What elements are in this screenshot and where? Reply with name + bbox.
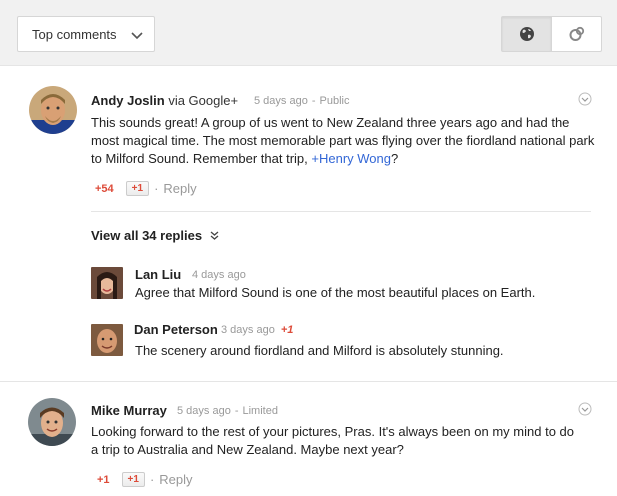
plus-one-button[interactable]: +1 <box>125 181 150 196</box>
comment-divider <box>0 381 617 382</box>
public-filter-button[interactable] <box>501 16 552 52</box>
avatar[interactable] <box>29 86 77 134</box>
comment-menu-icon[interactable] <box>578 92 592 106</box>
view-all-label: View all 34 replies <box>91 228 203 243</box>
plus-count: +1 <box>97 473 110 486</box>
timestamp[interactable]: 5 days ago <box>177 405 231 417</box>
globe-icon <box>519 27 534 41</box>
divider <box>91 211 591 212</box>
sort-dropdown[interactable]: Top comments <box>17 16 155 52</box>
avatar[interactable] <box>91 267 123 299</box>
reply-plus-count: +1 <box>280 324 294 336</box>
reply-author[interactable]: Lan Liu <box>135 267 181 282</box>
reply-body: Agree that Milford Sound is one of the m… <box>135 285 536 300</box>
view-all-replies-link[interactable]: View all 34 replies <box>91 228 219 243</box>
comments-toolbar: Top comments <box>0 0 617 66</box>
circles-filter-button[interactable] <box>551 16 602 52</box>
comment-meta: 5 days ago - Public <box>254 95 349 107</box>
reply-timestamp[interactable]: 4 days ago <box>192 269 246 281</box>
avatar[interactable] <box>28 398 76 446</box>
timestamp[interactable]: 5 days ago <box>254 95 308 107</box>
mention-link[interactable]: +Henry Wong <box>311 151 391 166</box>
avatar[interactable] <box>91 324 123 356</box>
meta-separator: - <box>234 405 239 417</box>
comment-text-end: ? <box>390 151 399 166</box>
reply-meta: 3 days ago +1 <box>221 324 293 336</box>
plus-count: +54 <box>95 182 114 195</box>
comment-body: Looking forward to the rest of your pict… <box>91 424 574 457</box>
dot-separator: · <box>149 472 155 487</box>
comment-body: This sounds great! A group of us went to… <box>91 114 596 168</box>
plus-one-button[interactable]: +1 <box>121 472 145 487</box>
comment-actions: +1 +1 · Reply <box>97 472 193 487</box>
reply-link[interactable]: Reply <box>159 472 192 487</box>
visibility-label[interactable]: Limited <box>243 405 278 417</box>
reply-body: The scenery around fiordland and Milford… <box>135 343 504 358</box>
double-chevron-down-icon <box>210 231 219 240</box>
circles-icon <box>569 26 584 41</box>
reply-timestamp[interactable]: 3 days ago <box>221 324 275 336</box>
comment-author[interactable]: Andy Joslin via Google+ <box>91 93 238 108</box>
dot-separator: · <box>154 181 159 196</box>
sort-label: Top comments <box>32 26 117 42</box>
comment-actions: +54 +1 · Reply <box>95 181 197 196</box>
author-name[interactable]: Andy Joslin <box>91 93 165 108</box>
comment-meta: 5 days ago - Limited <box>177 405 278 417</box>
comment-menu-icon[interactable] <box>578 402 592 416</box>
meta-separator: - <box>311 95 316 107</box>
visibility-label[interactable]: Public <box>320 95 350 107</box>
reply-author[interactable]: Dan Peterson <box>134 322 218 337</box>
chevron-down-icon <box>131 32 143 40</box>
reply-link[interactable]: Reply <box>163 181 196 196</box>
via-label: via Google+ <box>168 93 239 108</box>
comment-author[interactable]: Mike Murray <box>91 403 167 418</box>
